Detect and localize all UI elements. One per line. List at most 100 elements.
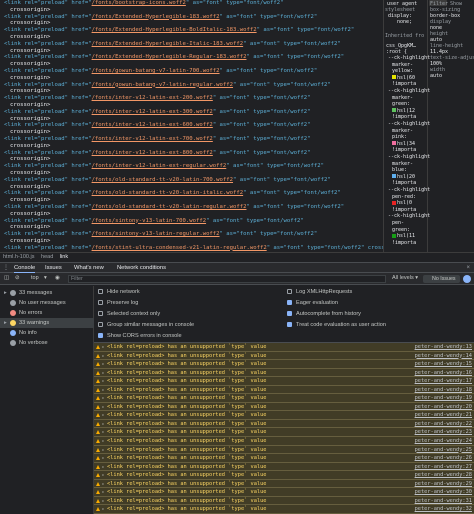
elements-line[interactable]: crossorigin> xyxy=(0,75,383,82)
eye-icon[interactable]: ◉ xyxy=(55,273,60,284)
elements-line[interactable]: crossorigin> xyxy=(0,48,383,55)
element-href-link[interactable]: /fonts/inter-v12-latin-ext-300.woff2 xyxy=(92,109,213,115)
source-link[interactable]: peter-and-wendy:32 xyxy=(415,505,472,514)
source-link[interactable]: peter-and-wendy:29 xyxy=(415,480,472,489)
log-levels-dropdown[interactable]: All levels ▾ xyxy=(392,273,418,284)
checkbox[interactable] xyxy=(287,300,292,306)
sidebar-filter-item[interactable]: No errors xyxy=(4,308,42,318)
warning-message[interactable]: ▸ <link rel=preload> has an unsupported `… xyxy=(94,471,474,480)
tab-console[interactable]: Console xyxy=(14,263,36,273)
checkbox[interactable] xyxy=(287,311,292,317)
element-href-link[interactable]: /fonts/inter-v12-latin-ext-700.woff2 xyxy=(92,136,213,142)
elements-line[interactable]: <link rel="preload" href="/fonts/Extende… xyxy=(0,54,383,61)
elements-line[interactable]: <link rel="preload" href="/fonts/inter-v… xyxy=(0,163,383,170)
expand-arrow-icon[interactable]: ▸ xyxy=(102,463,104,472)
setting-checkbox[interactable]: Group similar messages in console xyxy=(98,320,194,330)
warning-message[interactable]: ▸ <link rel=preload> has an unsupported `… xyxy=(94,445,474,455)
chevron-down-icon[interactable]: ▾ xyxy=(44,273,47,284)
element-href-link[interactable]: /fonts/inter-v12-latin-ext-200.woff2 xyxy=(92,95,213,101)
elements-line[interactable]: <link rel="preload" href="/fonts/inter-v… xyxy=(0,95,383,102)
sidebar-filter-item[interactable]: No info xyxy=(4,328,37,338)
setting-checkbox[interactable]: Treat code evaluation as user action xyxy=(287,320,386,330)
source-link[interactable]: peter-and-wendy:19 xyxy=(415,394,472,403)
source-link[interactable]: peter-and-wendy:22 xyxy=(415,420,472,429)
source-link[interactable]: peter-and-wendy:24 xyxy=(415,437,472,446)
element-href-link[interactable]: /fonts/Extended-Hyperlegible-183.woff2 xyxy=(92,14,220,20)
element-href-link[interactable]: /fonts/Extended-Hyperlegible-Regular-183… xyxy=(92,54,247,60)
elements-line[interactable]: <link rel="preload" href="/fonts/inter-v… xyxy=(0,136,383,143)
source-link[interactable]: peter-and-wendy:13 xyxy=(415,343,472,352)
expand-arrow-icon[interactable]: ▸ xyxy=(102,394,104,403)
source-link[interactable]: peter-and-wendy:25 xyxy=(415,446,472,455)
close-drawer-icon[interactable]: × xyxy=(466,263,470,273)
elements-line[interactable]: <link rel="preload" href="/fonts/sintony… xyxy=(0,231,383,238)
warning-message[interactable]: ▸ <link rel=preload> has an unsupported `… xyxy=(94,437,474,446)
element-href-link[interactable]: /fonts/stint-ultra-condensed-v21-latin-r… xyxy=(92,245,267,251)
console-filter-input[interactable]: Filter xyxy=(68,275,386,283)
gear-icon[interactable] xyxy=(463,275,471,283)
breadcrumb-item-html[interactable]: html.h-100.js xyxy=(3,254,35,260)
elements-line[interactable]: <link rel="preload" href="/fonts/sintony… xyxy=(0,218,383,225)
warning-message[interactable]: ▸ <link rel=preload> has an unsupported `… xyxy=(94,411,474,420)
context-selector[interactable]: top xyxy=(31,273,39,284)
elements-line[interactable]: crossorigin> xyxy=(0,20,383,27)
clear-console-icon[interactable]: ⊘ xyxy=(15,273,20,284)
checkbox[interactable] xyxy=(98,289,103,295)
elements-line[interactable]: crossorigin> xyxy=(0,143,383,150)
element-href-link[interactable]: /fonts/old-standard-tt-v20-latin-regular… xyxy=(92,204,247,210)
checkbox[interactable] xyxy=(98,300,103,306)
warning-message[interactable]: ▸ <link rel=preload> has an unsupported `… xyxy=(94,385,474,395)
warning-message[interactable]: ▸ <link rel=preload> has an unsupported `… xyxy=(94,368,474,378)
element-href-link[interactable]: /fonts/gowun-batang-v7-latin-700.woff2 xyxy=(92,68,220,74)
elements-line[interactable]: crossorigin> xyxy=(0,61,383,68)
element-href-link[interactable]: /fonts/inter-v12-latin-ext-800.woff2 xyxy=(92,150,213,156)
drawer-menu-icon[interactable]: ⋮ xyxy=(3,263,9,273)
elements-line[interactable]: <link rel="preload" href="/fonts/Extende… xyxy=(0,14,383,21)
tab-issues[interactable]: Issues xyxy=(45,263,62,273)
expand-arrow-icon[interactable]: ▸ xyxy=(102,403,104,412)
expand-arrow-icon[interactable]: ▸ xyxy=(102,411,104,420)
expand-arrow-icon[interactable]: ▸ xyxy=(102,369,104,378)
color-swatch[interactable] xyxy=(392,141,396,146)
source-link[interactable]: peter-and-wendy:23 xyxy=(415,428,472,437)
element-href-link[interactable]: /fonts/inter-v12-latin-ext-600.woff2 xyxy=(92,122,213,128)
source-link[interactable]: peter-and-wendy:28 xyxy=(415,471,472,480)
expand-arrow-icon[interactable]: ▸ xyxy=(102,343,104,352)
elements-line[interactable]: crossorigin> xyxy=(0,7,383,14)
expand-arrow-icon[interactable]: ▸ xyxy=(102,446,104,455)
checkbox[interactable] xyxy=(287,289,292,295)
setting-checkbox[interactable]: Eager evaluation xyxy=(287,298,338,308)
expand-arrow-icon[interactable]: ▸ xyxy=(102,428,104,437)
elements-line[interactable]: crossorigin> xyxy=(0,34,383,41)
elements-line[interactable]: <link rel="preload" href="/fonts/old-sta… xyxy=(0,190,383,197)
checkbox[interactable] xyxy=(98,333,103,339)
expand-arrow-icon[interactable]: ▸ xyxy=(102,352,104,361)
elements-line[interactable]: <link rel="preload" href="/fonts/gowun-b… xyxy=(0,68,383,75)
warning-message[interactable]: ▸ <link rel=preload> has an unsupported `… xyxy=(94,394,474,403)
color-swatch[interactable] xyxy=(392,75,396,80)
warning-message[interactable]: ▸ <link rel=preload> has an unsupported `… xyxy=(94,419,474,429)
sidebar-filter-item[interactable]: No user messages xyxy=(4,298,66,308)
elements-line[interactable]: <link rel="preload" href="/fonts/inter-v… xyxy=(0,122,383,129)
elements-line[interactable]: <link rel="preload" href="/fonts/Extende… xyxy=(0,27,383,34)
source-link[interactable]: peter-and-wendy:26 xyxy=(415,454,472,463)
color-swatch[interactable] xyxy=(392,233,396,238)
warning-message[interactable]: ▸ <link rel=preload> has an unsupported `… xyxy=(94,377,474,386)
warning-message[interactable]: ▸ <link rel=preload> has an unsupported `… xyxy=(94,360,474,369)
elements-line[interactable]: <link rel="preload" href="/fonts/inter-v… xyxy=(0,109,383,116)
source-link[interactable]: peter-and-wendy:18 xyxy=(415,386,472,395)
warning-message[interactable]: ▸ <link rel=preload> has an unsupported `… xyxy=(94,343,474,352)
expand-arrow-icon[interactable]: ▸ xyxy=(102,360,104,369)
expand-arrow-icon[interactable]: ▸ xyxy=(102,377,104,386)
expand-arrow-icon[interactable]: ▸ xyxy=(102,505,104,514)
warning-message[interactable]: ▸ <link rel=preload> has an unsupported `… xyxy=(94,505,474,514)
sidebar-toggle-icon[interactable]: ◫ xyxy=(4,273,9,284)
warning-message[interactable]: ▸ <link rel=preload> has an unsupported `… xyxy=(94,496,474,506)
element-href-link[interactable]: /fonts/sintony-v13-latin-700.woff2 xyxy=(92,218,207,224)
elements-line[interactable]: crossorigin> xyxy=(0,156,383,163)
elements-line[interactable]: crossorigin> xyxy=(0,211,383,218)
elements-line[interactable]: crossorigin> xyxy=(0,88,383,95)
sidebar-filter-item[interactable]: No verbose xyxy=(4,338,48,348)
expand-arrow-icon[interactable]: ▸ xyxy=(102,480,104,489)
expand-arrow-icon[interactable]: ▸ xyxy=(102,420,104,429)
